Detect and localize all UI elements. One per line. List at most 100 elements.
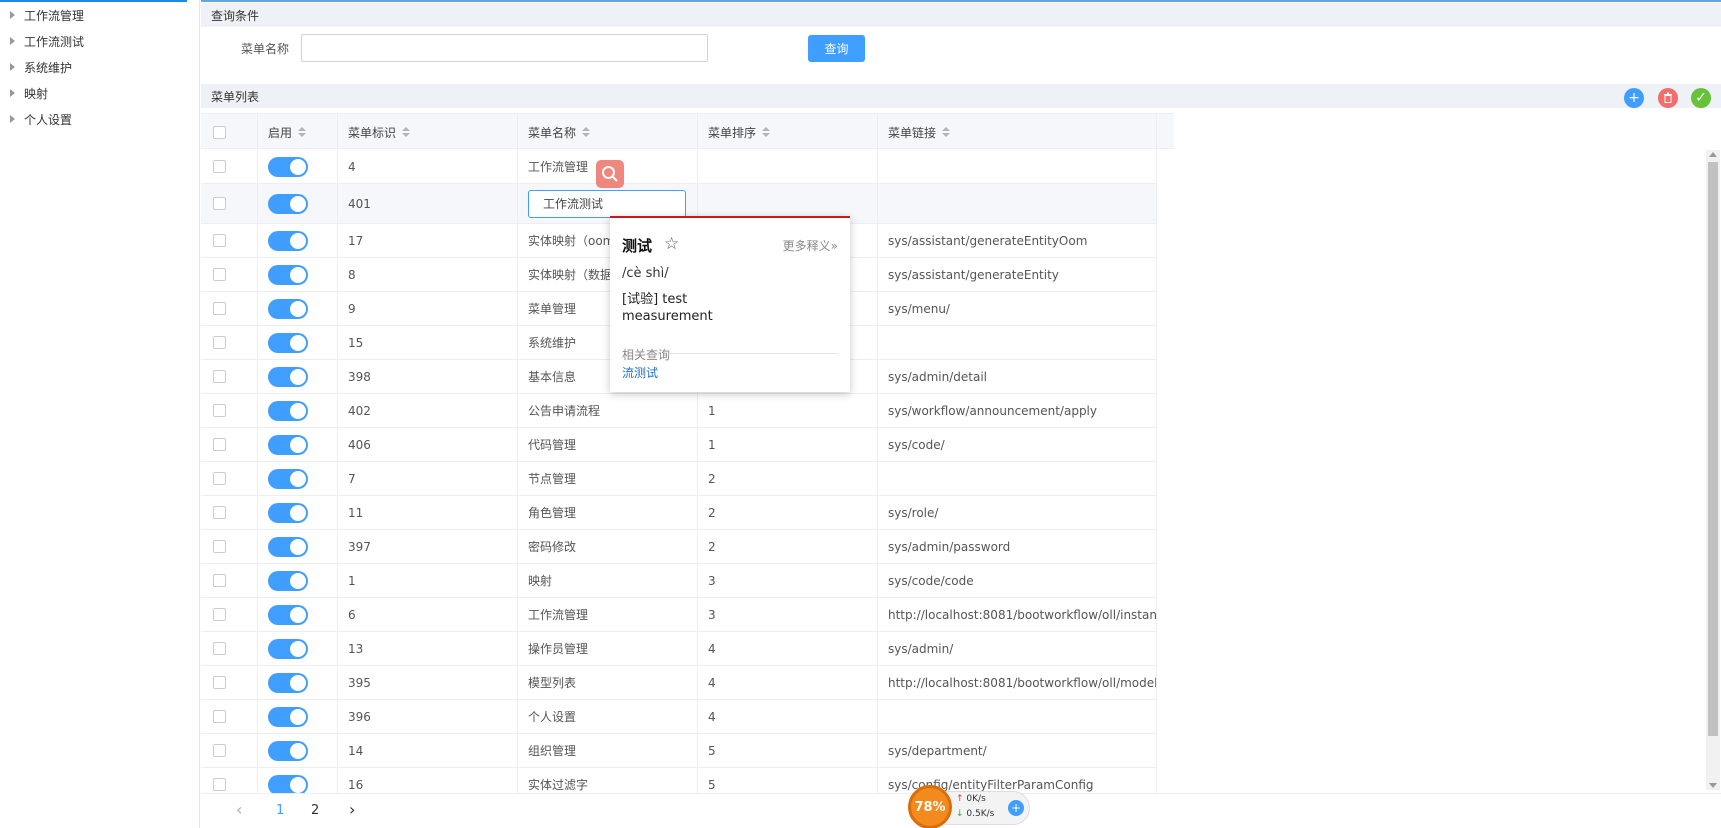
dictionary-search-button[interactable] <box>596 160 624 188</box>
sort-icon[interactable] <box>942 127 951 137</box>
memory-usage-gauge[interactable]: 78% <box>908 785 952 828</box>
sidebar-item-workflow-test[interactable]: 工作流测试 <box>10 31 84 51</box>
table-row[interactable]: 406 代码管理 1 sys/code/ <box>201 428 1157 462</box>
row-checkbox[interactable] <box>213 234 226 247</box>
enabled-toggle[interactable] <box>268 740 308 761</box>
enabled-toggle[interactable] <box>268 193 308 214</box>
table-row[interactable]: 13 操作员管理 4 sys/admin/ <box>201 632 1157 666</box>
row-checkbox[interactable] <box>213 778 226 791</box>
select-all-checkbox[interactable] <box>213 125 226 139</box>
enabled-toggle[interactable] <box>268 434 308 455</box>
menu-link-cell: sys/workflow/announcement/apply <box>878 394 1157 427</box>
search-button[interactable]: 查询 <box>808 35 865 62</box>
table-row[interactable]: 7 节点管理 2 <box>201 462 1157 496</box>
caret-right-icon <box>10 63 15 71</box>
row-checkbox[interactable] <box>213 710 226 723</box>
table-row[interactable]: 395 模型列表 4 http://localhost:8081/bootworkfl… <box>201 666 1157 700</box>
header-menu-id[interactable]: 菜单标识 <box>338 114 518 150</box>
menu-name-edit-input[interactable] <box>528 189 686 218</box>
row-checkbox[interactable] <box>213 574 226 587</box>
menu-id-cell: 15 <box>338 326 518 359</box>
enabled-toggle[interactable] <box>268 502 308 523</box>
table-row[interactable]: 11 角色管理 2 sys/role/ <box>201 496 1157 530</box>
row-checkbox[interactable] <box>213 438 226 451</box>
header-menu-order[interactable]: 菜单排序 <box>698 114 878 150</box>
table-row[interactable]: 4 工作流管理 <box>201 150 1157 184</box>
scroll-up-icon[interactable] <box>1709 152 1717 157</box>
row-checkbox[interactable] <box>213 676 226 689</box>
row-checkbox[interactable] <box>213 404 226 417</box>
row-checkbox[interactable] <box>213 472 226 485</box>
row-checkbox[interactable] <box>213 608 226 621</box>
enabled-toggle[interactable] <box>268 400 308 421</box>
sidebar-item-system-maintenance[interactable]: 系统维护 <box>10 57 72 77</box>
enabled-toggle[interactable] <box>268 366 308 387</box>
next-page-icon[interactable]: › <box>349 800 355 819</box>
prev-page-icon[interactable]: ‹ <box>236 800 242 819</box>
enabled-toggle[interactable] <box>268 774 308 793</box>
row-checkbox[interactable] <box>213 506 226 519</box>
row-checkbox[interactable] <box>213 197 226 210</box>
row-checkbox[interactable] <box>213 160 226 173</box>
page-2[interactable]: 2 <box>311 803 319 818</box>
row-checkbox[interactable] <box>213 744 226 757</box>
table-row[interactable]: 396 个人设置 4 <box>201 700 1157 734</box>
enabled-toggle[interactable] <box>268 230 308 251</box>
menu-name-text: 映射 <box>528 574 553 588</box>
favorite-star-icon[interactable]: ☆ <box>664 234 679 254</box>
more-definitions-link[interactable]: 更多释义» <box>783 237 838 254</box>
sidebar-item-mapping[interactable]: 映射 <box>10 83 48 103</box>
table-row[interactable]: 402 公告申请流程 1 sys/workflow/announcement/appl… <box>201 394 1157 428</box>
enabled-toggle[interactable] <box>268 156 308 177</box>
sidebar: 工作流管理 工作流测试 系统维护 映射 个人设置 <box>0 0 200 828</box>
page-1[interactable]: 1 <box>276 803 284 818</box>
table-scrollbar[interactable] <box>1706 150 1720 790</box>
widget-plus-icon[interactable]: + <box>1008 800 1024 816</box>
network-speed-widget[interactable]: 78% ↑ 0K/s ↓ 0.5K/s + <box>908 784 1032 828</box>
sort-icon[interactable] <box>298 127 307 137</box>
confirm-button[interactable]: ✓ <box>1691 88 1711 108</box>
sort-icon[interactable] <box>402 127 411 137</box>
row-checkbox[interactable] <box>213 540 226 553</box>
enabled-toggle[interactable] <box>268 298 308 319</box>
table-row[interactable]: 6 工作流管理 3 http://localhost:8081/bootworkflo… <box>201 598 1157 632</box>
row-checkbox[interactable] <box>213 268 226 281</box>
caret-right-icon <box>10 11 15 19</box>
menu-name-input[interactable] <box>301 34 708 62</box>
enabled-toggle[interactable] <box>268 638 308 659</box>
add-button[interactable]: + <box>1624 88 1644 108</box>
header-label: 启用 <box>268 125 293 140</box>
delete-button[interactable] <box>1658 88 1678 108</box>
scroll-thumb[interactable] <box>1708 162 1718 736</box>
menu-order-text: 5 <box>708 777 716 792</box>
header-menu-name[interactable]: 菜单名称 <box>518 114 698 150</box>
table-row[interactable]: 397 密码修改 2 sys/admin/password <box>201 530 1157 564</box>
enabled-toggle[interactable] <box>268 264 308 285</box>
header-menu-link[interactable]: 菜单链接 <box>878 114 1157 150</box>
menu-link-cell <box>878 150 1157 183</box>
menu-order-text: 2 <box>708 471 716 486</box>
enabled-toggle[interactable] <box>268 570 308 591</box>
menu-link-text: sys/code/ <box>888 437 945 452</box>
enabled-toggle[interactable] <box>268 672 308 693</box>
sidebar-item-workflow-management[interactable]: 工作流管理 <box>10 5 84 25</box>
scroll-down-icon[interactable] <box>1709 783 1717 788</box>
enabled-toggle[interactable] <box>268 468 308 489</box>
related-query-label: 相关查询 <box>622 348 671 362</box>
row-checkbox[interactable] <box>213 370 226 383</box>
enabled-toggle[interactable] <box>268 604 308 625</box>
row-checkbox[interactable] <box>213 642 226 655</box>
related-query-link[interactable]: 流测试 <box>622 364 658 381</box>
enabled-toggle[interactable] <box>268 536 308 557</box>
table-row[interactable]: 1 映射 3 sys/code/code <box>201 564 1157 598</box>
sort-icon[interactable] <box>582 127 591 137</box>
menu-id-text: 406 <box>348 437 371 452</box>
row-checkbox[interactable] <box>213 302 226 315</box>
row-checkbox[interactable] <box>213 336 226 349</box>
sidebar-item-personal-settings[interactable]: 个人设置 <box>10 109 72 129</box>
enabled-toggle[interactable] <box>268 332 308 353</box>
header-enabled[interactable]: 启用 <box>258 114 338 150</box>
sort-icon[interactable] <box>762 127 771 137</box>
table-row[interactable]: 14 组织管理 5 sys/department/ <box>201 734 1157 768</box>
enabled-toggle[interactable] <box>268 706 308 727</box>
